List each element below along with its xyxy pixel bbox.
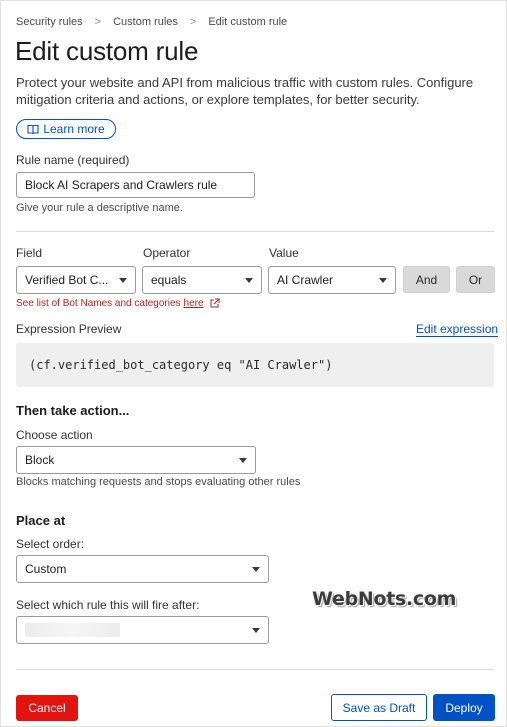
rule-name-input[interactable] bbox=[16, 172, 255, 198]
operator-select-value: equals bbox=[151, 273, 187, 287]
edit-expression-link[interactable]: Edit expression bbox=[416, 322, 499, 337]
chevron-down-icon bbox=[239, 457, 247, 463]
page-description: Protect your website and API from malici… bbox=[16, 75, 474, 107]
action-select[interactable]: Block bbox=[16, 446, 256, 474]
breadcrumb-security-rules[interactable]: Security rules bbox=[16, 16, 83, 28]
breadcrumb-separator: > bbox=[94, 16, 102, 28]
field-label: Field bbox=[16, 246, 43, 260]
external-link-icon bbox=[210, 298, 220, 308]
and-button[interactable]: And bbox=[403, 266, 450, 293]
footer-divider bbox=[16, 669, 494, 670]
book-icon bbox=[27, 124, 39, 134]
learn-more-button[interactable]: Learn more bbox=[16, 119, 116, 139]
breadcrumb-separator: > bbox=[189, 16, 197, 28]
field-select[interactable]: Verified Bot C... bbox=[16, 266, 136, 294]
deploy-button[interactable]: Deploy bbox=[433, 694, 495, 721]
page-title: Edit custom rule bbox=[15, 36, 199, 66]
operator-label: Operator bbox=[143, 246, 191, 260]
field-select-value: Verified Bot C... bbox=[25, 273, 109, 287]
value-label: Value bbox=[269, 246, 299, 260]
action-help: Blocks matching requests and stops evalu… bbox=[16, 476, 301, 488]
select-order-label: Select order: bbox=[16, 537, 85, 551]
chevron-down-icon bbox=[252, 627, 260, 633]
value-select[interactable]: AI Crawler bbox=[268, 266, 396, 294]
chevron-down-icon bbox=[252, 566, 260, 572]
breadcrumb-custom-rules[interactable]: Custom rules bbox=[113, 16, 178, 28]
chevron-down-icon bbox=[119, 277, 127, 283]
breadcrumb: Security rules > Custom rules > Edit cus… bbox=[16, 16, 287, 28]
value-select-value: AI Crawler bbox=[277, 273, 334, 287]
order-select[interactable]: Custom bbox=[16, 555, 269, 583]
action-heading: Then take action... bbox=[16, 403, 130, 418]
rule-name-help: Give your rule a descriptive name. bbox=[16, 202, 183, 214]
save-as-draft-button[interactable]: Save as Draft bbox=[331, 694, 427, 721]
or-button[interactable]: Or bbox=[456, 266, 495, 293]
expression-preview-code: (cf.verified_bot_category eq "AI Crawler… bbox=[16, 343, 494, 387]
bot-list-link[interactable]: See list of Bot Names and categories her… bbox=[16, 298, 220, 309]
expression-preview-label: Expression Preview bbox=[16, 322, 122, 336]
fire-after-select[interactable] bbox=[16, 616, 269, 644]
redacted-value bbox=[25, 623, 120, 637]
chevron-down-icon bbox=[245, 277, 253, 283]
cancel-button[interactable]: Cancel bbox=[16, 695, 78, 721]
place-at-heading: Place at bbox=[16, 513, 66, 528]
action-select-value: Block bbox=[25, 453, 55, 467]
watermark: WebNots.com bbox=[312, 588, 457, 610]
breadcrumb-current: Edit custom rule bbox=[208, 16, 288, 28]
bot-list-text: See list of Bot Names and categories bbox=[16, 298, 181, 309]
fire-after-label: Select which rule this will fire after: bbox=[16, 598, 200, 612]
section-divider bbox=[16, 231, 494, 232]
chevron-down-icon bbox=[379, 277, 387, 283]
learn-more-label: Learn more bbox=[43, 122, 105, 136]
bot-list-here[interactable]: here bbox=[184, 298, 204, 309]
operator-select[interactable]: equals bbox=[142, 266, 262, 294]
order-select-value: Custom bbox=[25, 562, 67, 576]
choose-action-label: Choose action bbox=[16, 428, 93, 442]
rule-name-label: Rule name (required) bbox=[16, 153, 130, 167]
